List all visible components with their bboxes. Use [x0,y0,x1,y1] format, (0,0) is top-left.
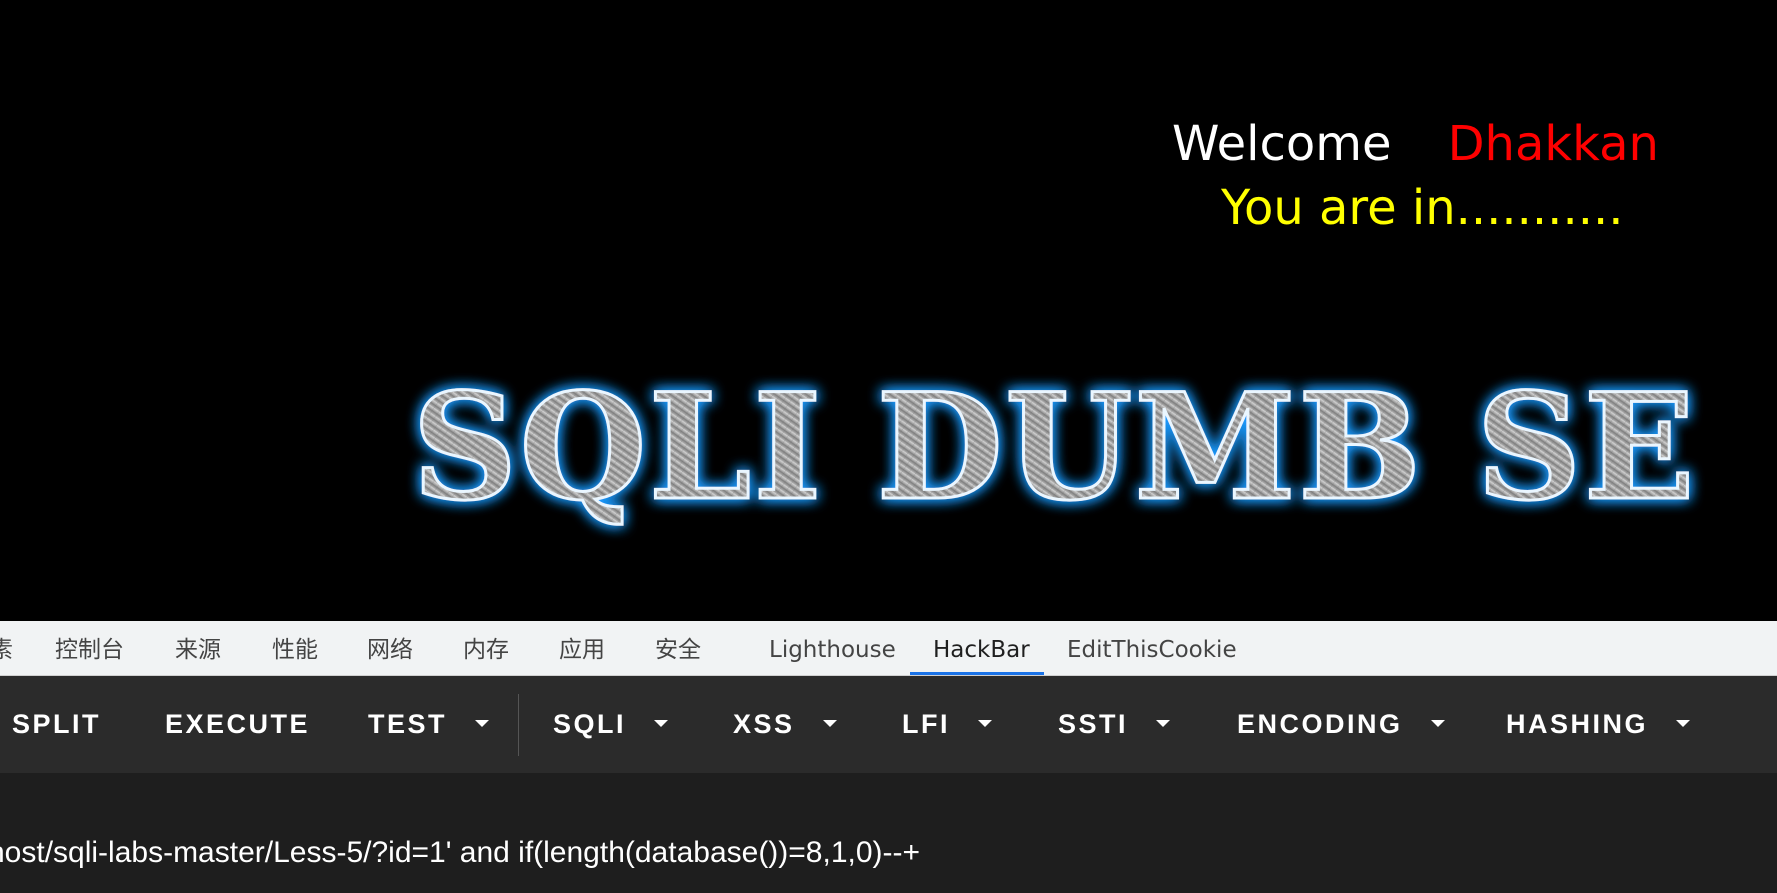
ssti-button-label: SSTI [1058,709,1129,739]
active-tab-indicator [910,672,1044,675]
browser-window: Welcome Dhakkan You are in........... SQ… [0,0,1777,893]
devtools-tab-strip: 素 控制台 来源 性能 网络 内存 应用 安全 Lighthouse HackB… [0,621,1777,676]
encoding-dropdown-button[interactable]: ENCODING [1237,676,1445,773]
tab-security[interactable]: 安全 [655,621,701,676]
sqli-button-label: SQLI [553,709,627,739]
sqli-dumb-series-banner: SQLI DUMB SE [400,362,1777,542]
hackbar-toolbar: SPLIT EXECUTE TEST SQLI XSS LFI SSTI ENC… [0,676,1777,773]
tab-memory[interactable]: 内存 [463,621,509,676]
xss-dropdown-button[interactable]: XSS [733,676,837,773]
url-value-text[interactable]: host/sqli-labs-master/Less-5/?id=1' and … [0,835,920,871]
encoding-button-label: ENCODING [1237,709,1403,739]
tab-sources[interactable]: 来源 [175,621,221,676]
caret-down-icon [1430,720,1445,728]
tab-console[interactable]: 控制台 [55,621,124,676]
caret-down-icon [654,720,669,728]
caret-down-icon [475,720,490,728]
lfi-button-label: LFI [902,709,950,739]
lfi-dropdown-button[interactable]: LFI [902,676,992,773]
execute-button-label: EXECUTE [165,709,311,739]
welcome-username: Dhakkan [1447,116,1659,172]
banner-text: SQLI DUMB SE [412,362,1697,533]
split-button-label: SPLIT [12,709,102,739]
tab-network[interactable]: 网络 [367,621,413,676]
tab-application[interactable]: 应用 [559,621,605,676]
execute-button[interactable]: EXECUTE [165,676,310,773]
caret-down-icon [1676,720,1691,728]
tab-elements[interactable]: 素 [0,621,13,676]
caret-down-icon [1156,720,1171,728]
sqli-dropdown-button[interactable]: SQLI [553,676,669,773]
tab-hackbar[interactable]: HackBar [933,621,1030,676]
ssti-dropdown-button[interactable]: SSTI [1058,676,1171,773]
hackbar-url-field[interactable]: host/sqli-labs-master/Less-5/?id=1' and … [0,773,1777,893]
test-dropdown-button[interactable]: TEST [368,676,490,773]
hashing-button-label: HASHING [1506,709,1649,739]
split-button[interactable]: SPLIT [12,676,101,773]
toolbar-divider [518,694,519,756]
hashing-dropdown-button[interactable]: HASHING [1506,676,1691,773]
welcome-word: Welcome [1172,116,1392,172]
tab-editthiscookie[interactable]: EditThisCookie [1067,621,1237,676]
tab-performance[interactable]: 性能 [272,621,318,676]
page-viewport: Welcome Dhakkan You are in........... SQ… [0,0,1777,621]
login-status-text: You are in........... [1221,180,1624,236]
test-button-label: TEST [368,709,448,739]
tab-lighthouse[interactable]: Lighthouse [769,621,896,676]
xss-button-label: XSS [733,709,795,739]
caret-down-icon [978,720,992,728]
welcome-message: Welcome Dhakkan [1172,114,1659,174]
caret-down-icon [822,720,837,728]
